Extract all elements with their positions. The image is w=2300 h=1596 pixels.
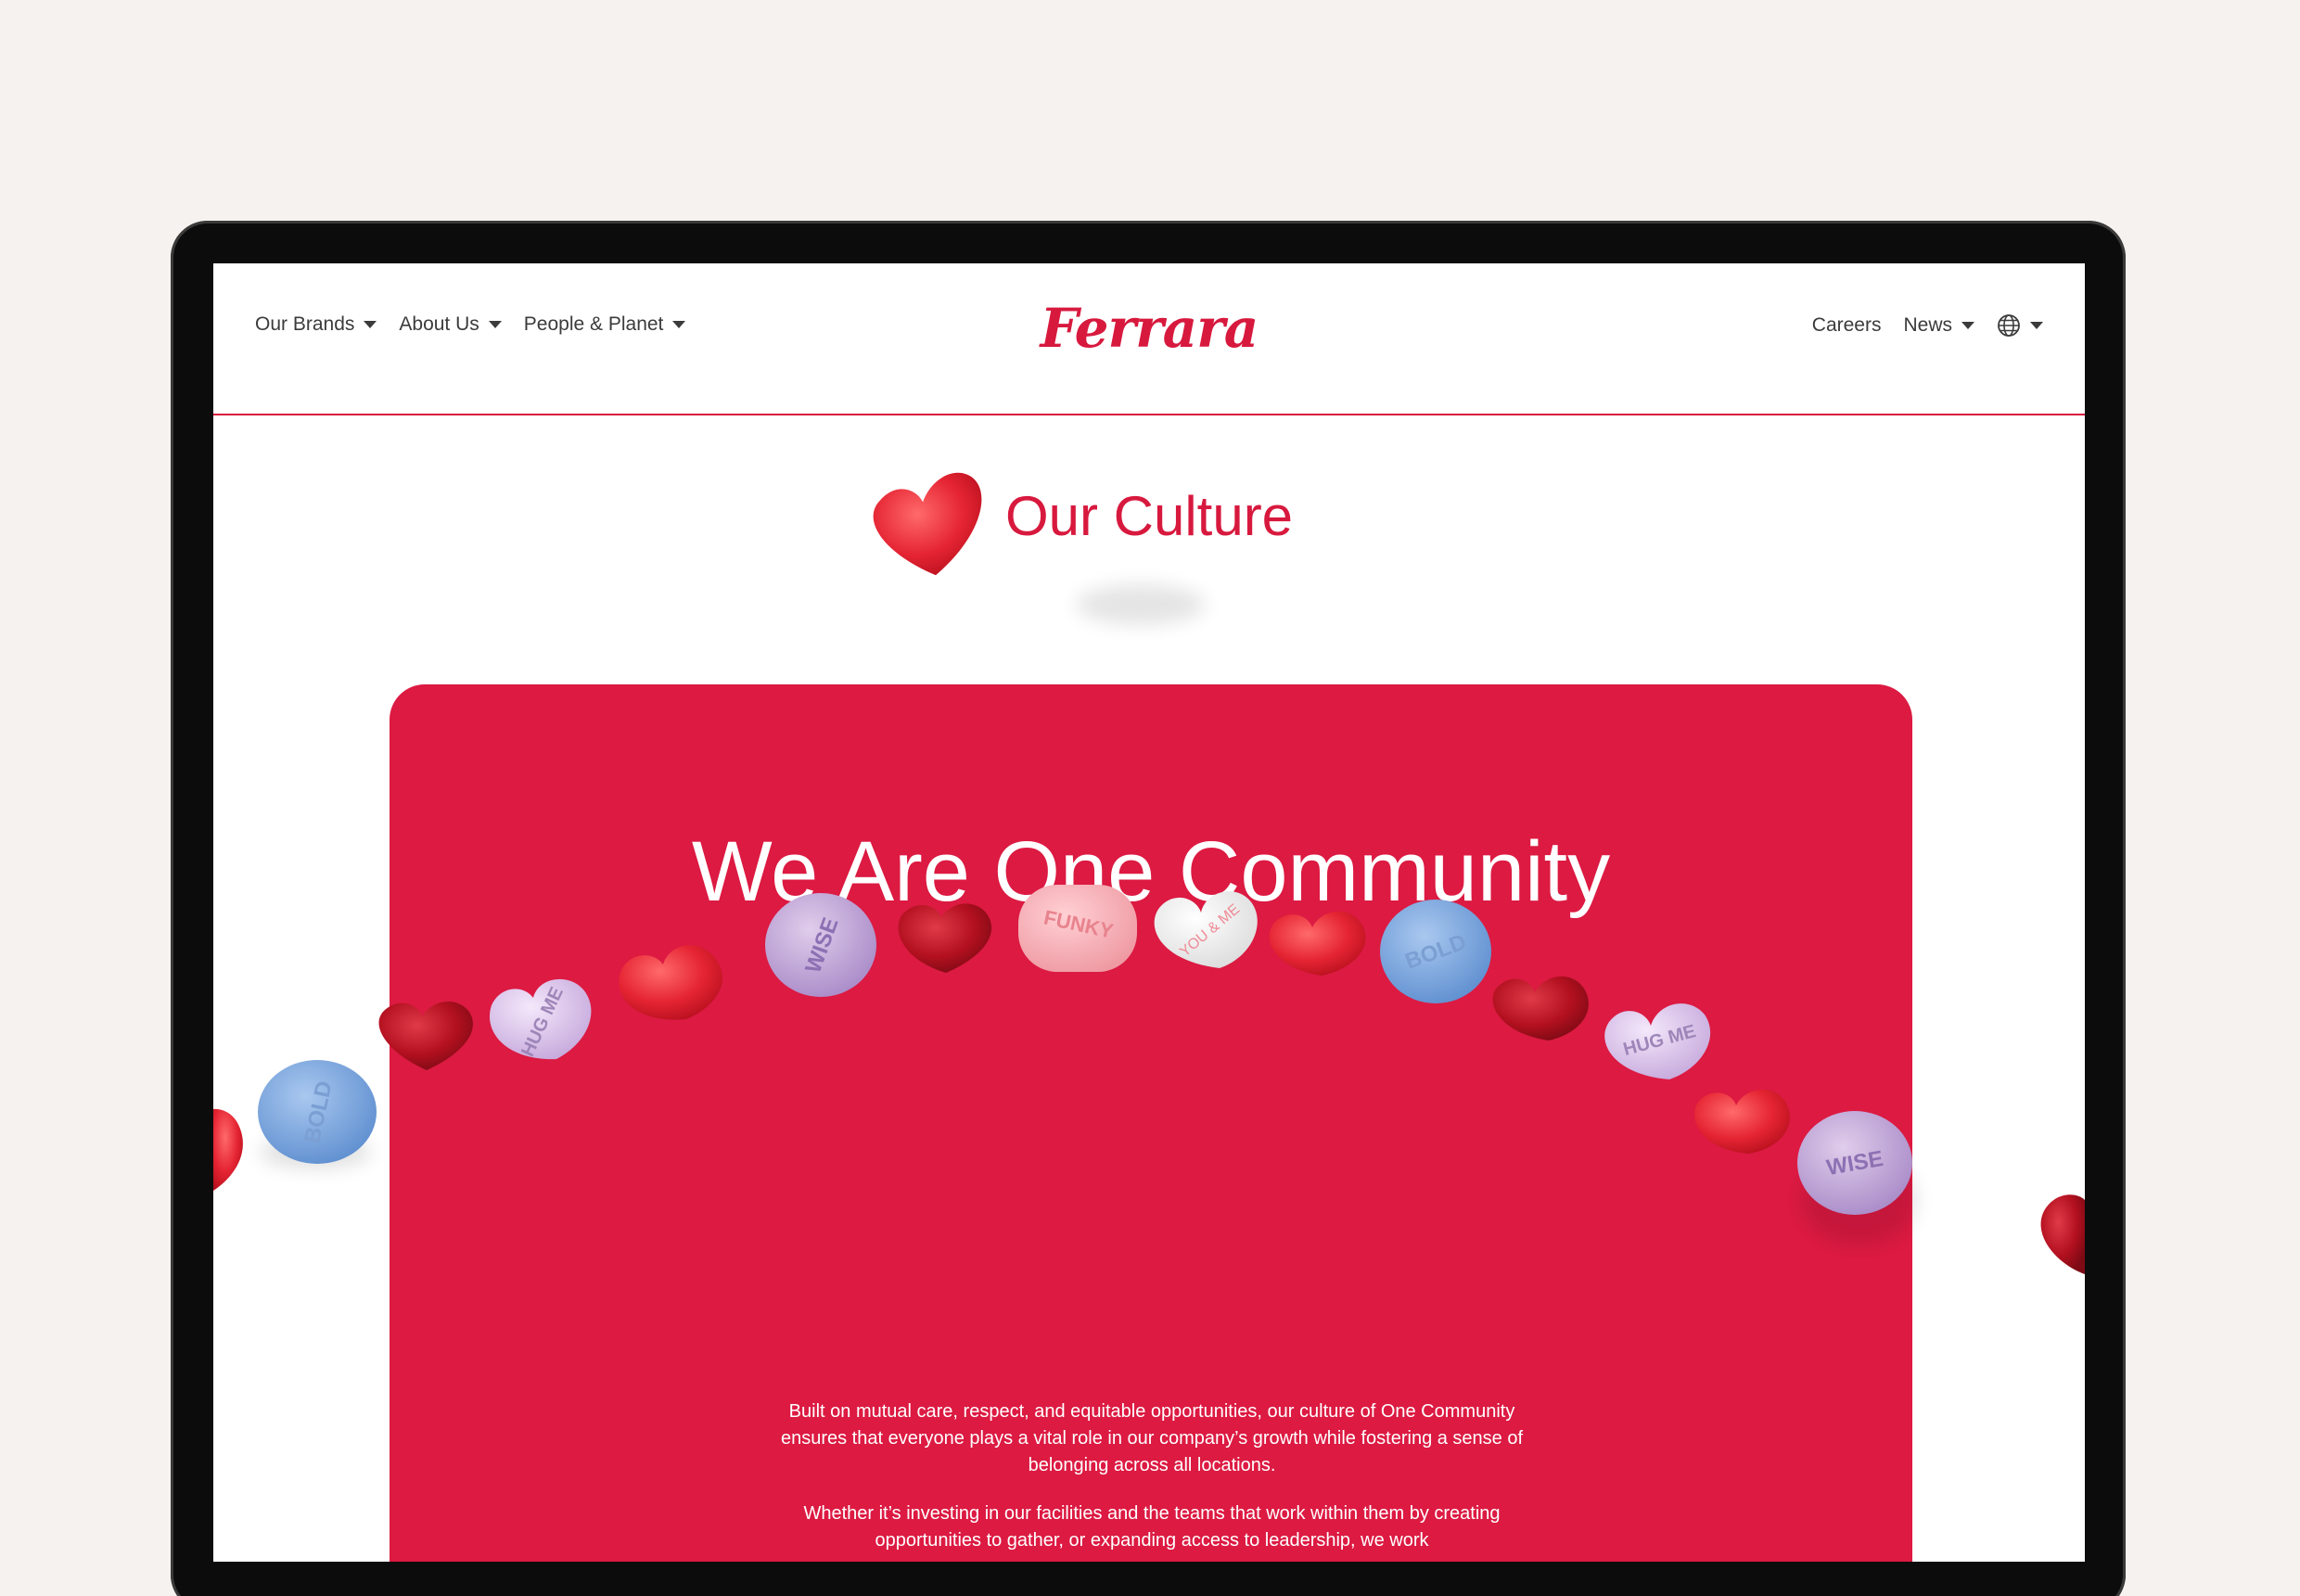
- ferrara-logo[interactable]: Ferrara: [1041, 297, 1259, 360]
- nav-careers[interactable]: Careers: [1812, 314, 1882, 337]
- nav-news[interactable]: News: [1903, 314, 1974, 337]
- nav-left-group: Our Brands About Us People & Planet: [255, 313, 686, 336]
- page-title: Our Culture: [1004, 485, 1294, 547]
- nav-people-planet-label: People & Planet: [523, 313, 664, 335]
- candy-left-edge-heart: [213, 1108, 243, 1191]
- hero-paragraph-2: Whether it’s investing in our facilities…: [803, 1503, 1501, 1551]
- browser-screen: Our Brands About Us People & Planet Ferr…: [213, 263, 2085, 1562]
- nav-careers-label: Careers: [1811, 314, 1882, 336]
- nav-news-label: News: [1903, 314, 1952, 336]
- globe-icon: [1998, 314, 2020, 337]
- logo-text: Ferrara: [1040, 297, 1259, 360]
- candy-bold-left: BOLD: [258, 1060, 377, 1168]
- candy-label: BOLD: [300, 1079, 338, 1145]
- candy-right-edge-heart: [2040, 1194, 2085, 1274]
- chevron-down-icon: [364, 321, 377, 328]
- nav-about-us-label: About Us: [399, 313, 479, 335]
- hero-title: We Are One Community: [691, 824, 1611, 919]
- hero-paragraph-1: Built on mutual care, respect, and equit…: [780, 1401, 1524, 1475]
- chevron-down-icon: [672, 321, 686, 328]
- nav-our-brands[interactable]: Our Brands: [255, 313, 377, 336]
- nav-people-planet[interactable]: People & Planet: [524, 313, 686, 336]
- language-selector[interactable]: [1997, 313, 2043, 338]
- community-panel: We Are One Community Built on mutual car…: [390, 684, 1912, 1562]
- nav-about-us[interactable]: About Us: [399, 313, 502, 336]
- nav-our-brands-label: Our Brands: [255, 313, 355, 335]
- top-navigation: Our Brands About Us People & Planet Ferr…: [213, 263, 2085, 415]
- nav-right-group: Careers News: [1812, 313, 2043, 338]
- chevron-down-icon: [2030, 322, 2043, 329]
- chevron-down-icon: [488, 321, 502, 328]
- chevron-down-icon: [1961, 322, 1974, 329]
